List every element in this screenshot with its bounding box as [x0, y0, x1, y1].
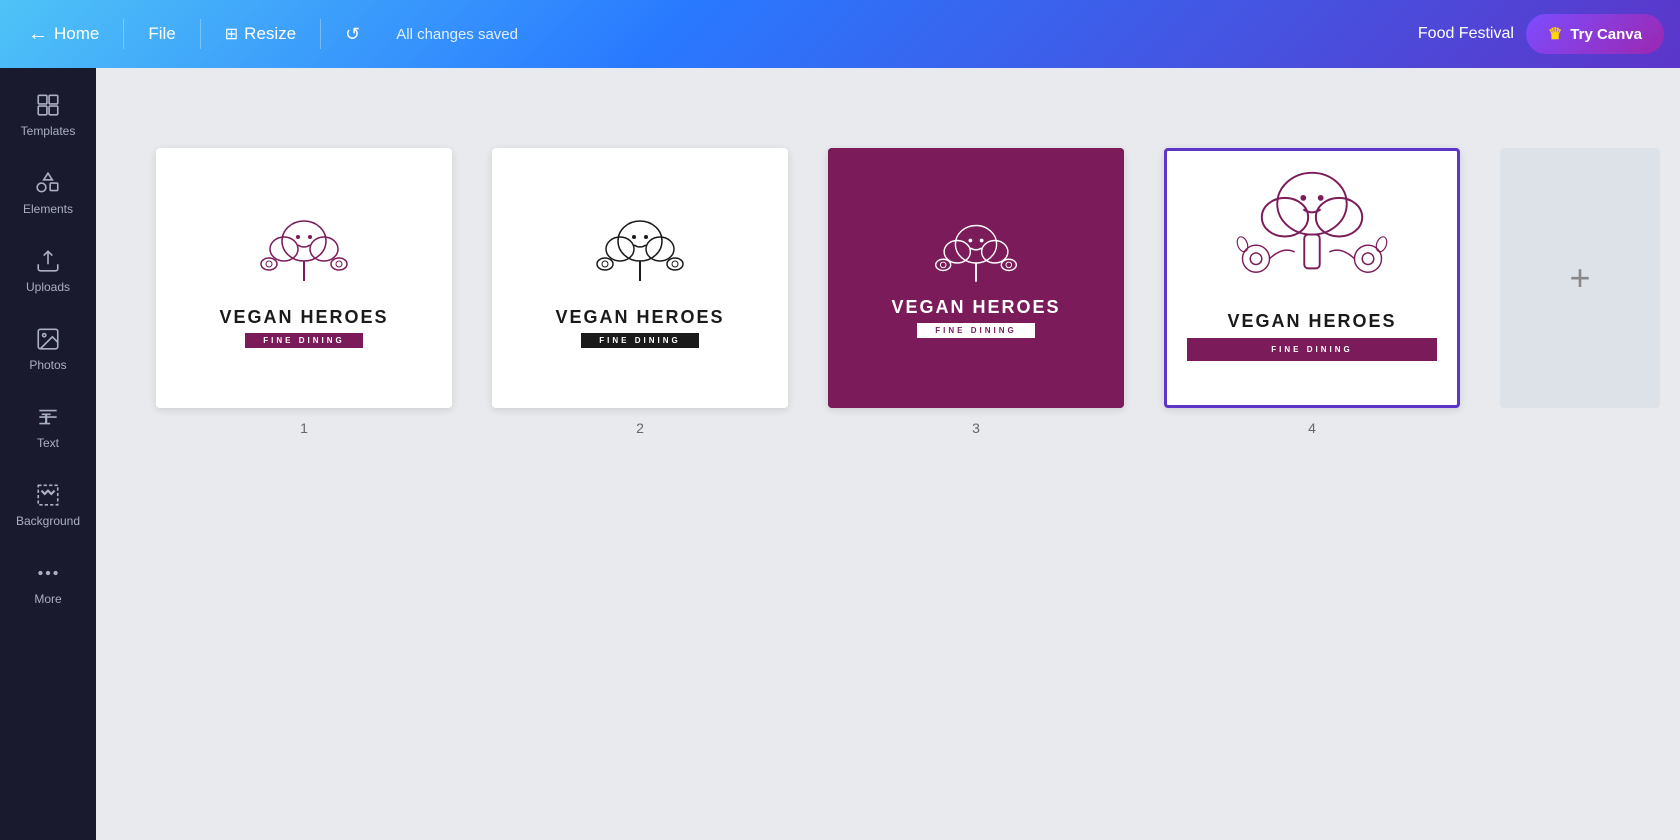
- resize-button[interactable]: ⊞ Resize: [213, 18, 308, 50]
- sidebar-item-photos[interactable]: Photos: [6, 312, 90, 386]
- sidebar-item-more[interactable]: More: [6, 546, 90, 620]
- templates-icon: [35, 92, 61, 118]
- page-number-2: 2: [636, 420, 644, 436]
- uploads-icon: [35, 248, 61, 274]
- templates-label: Templates: [21, 124, 76, 138]
- more-label: More: [34, 592, 61, 606]
- uploads-label: Uploads: [26, 280, 70, 294]
- card2-content: VEGAN HEROES FINE DINING: [492, 148, 788, 408]
- page-1-wrap: VEGAN HEROES FINE DINING 1: [156, 148, 452, 436]
- card2-subtitle: FINE DINING: [581, 333, 698, 348]
- elements-label: Elements: [23, 202, 73, 216]
- sidebar-item-uploads[interactable]: Uploads: [6, 234, 90, 308]
- try-canva-label: Try Canva: [1570, 26, 1642, 43]
- divider2: [200, 19, 201, 49]
- card1-subtitle: FINE DINING: [245, 333, 362, 348]
- background-label: Background: [16, 514, 80, 528]
- card1-title: VEGAN HEROES: [219, 307, 388, 328]
- header: ← Home File ⊞ Resize ↺ All changes saved…: [0, 0, 1680, 68]
- photos-icon: [35, 326, 61, 352]
- undo-button[interactable]: ↺: [333, 18, 372, 51]
- sidebar-item-elements[interactable]: Elements: [6, 156, 90, 230]
- card4-subtitle: FINE DINING: [1187, 338, 1437, 361]
- sidebar-item-templates[interactable]: Templates: [6, 78, 90, 152]
- add-page-button[interactable]: +: [1500, 148, 1660, 408]
- divider: [123, 19, 124, 49]
- sidebar-item-background[interactable]: Background: [6, 468, 90, 542]
- header-left: ← Home File ⊞ Resize ↺ All changes saved: [16, 17, 1418, 52]
- design-card-2[interactable]: VEGAN HEROES FINE DINING: [492, 148, 788, 408]
- text-icon: T: [35, 404, 61, 430]
- file-button[interactable]: File: [136, 18, 187, 50]
- card3-title: VEGAN HEROES: [891, 297, 1060, 318]
- card4-content: VEGAN HEROES FINE DINING: [1167, 151, 1457, 405]
- divider3: [320, 19, 321, 49]
- card3-subtitle: FINE DINING: [917, 323, 1034, 338]
- sidebar-item-text[interactable]: T Text: [6, 390, 90, 464]
- home-button[interactable]: ← Home: [16, 17, 111, 52]
- back-arrow-icon: ←: [28, 23, 48, 46]
- text-label: Text: [37, 436, 59, 450]
- project-name: Food Festival: [1418, 25, 1514, 43]
- page-4-wrap: VEGAN HEROES FINE DINING 4: [1164, 148, 1460, 436]
- status-text: All changes saved: [396, 26, 518, 43]
- header-right: Food Festival ♛ Try Canva: [1418, 14, 1664, 54]
- page-number-1: 1: [300, 420, 308, 436]
- card3-content: VEGAN HEROES FINE DINING: [828, 148, 1124, 408]
- file-label: File: [148, 24, 175, 44]
- crown-icon: ♛: [1548, 24, 1562, 44]
- elements-icon: [35, 170, 61, 196]
- resize-label: Resize: [244, 24, 296, 44]
- background-icon: [35, 482, 61, 508]
- card2-title: VEGAN HEROES: [555, 307, 724, 328]
- undo-icon: ↺: [345, 24, 360, 45]
- photos-label: Photos: [29, 358, 66, 372]
- more-icon: [35, 560, 61, 586]
- page-2-wrap: VEGAN HEROES FINE DINING 2: [492, 148, 788, 436]
- card1-content: VEGAN HEROES FINE DINING: [156, 148, 452, 408]
- card3-illustration: [916, 218, 1036, 293]
- card4-title: VEGAN HEROES: [1227, 311, 1396, 332]
- page-3-wrap: VEGAN HEROES FINE DINING 3: [828, 148, 1124, 436]
- canvas-scroll: VEGAN HEROES FINE DINING 1: [96, 68, 1680, 840]
- design-card-4[interactable]: VEGAN HEROES FINE DINING: [1164, 148, 1460, 408]
- design-card-3[interactable]: VEGAN HEROES FINE DINING: [828, 148, 1124, 408]
- design-card-1[interactable]: VEGAN HEROES FINE DINING: [156, 148, 452, 408]
- card2-illustration: [580, 209, 700, 299]
- svg-text:T: T: [42, 411, 52, 428]
- card1-illustration: [244, 209, 364, 299]
- add-page-icon: +: [1569, 257, 1590, 299]
- try-canva-button[interactable]: ♛ Try Canva: [1526, 14, 1664, 54]
- sidebar: Templates Elements Uploads Photos T Text: [0, 68, 96, 840]
- main-canvas-area: VEGAN HEROES FINE DINING 1: [96, 68, 1680, 840]
- page-number-4: 4: [1308, 420, 1316, 436]
- resize-icon: ⊞: [225, 24, 238, 44]
- home-label: Home: [54, 24, 99, 44]
- card4-illustration: [1232, 167, 1392, 307]
- page-number-3: 3: [972, 420, 980, 436]
